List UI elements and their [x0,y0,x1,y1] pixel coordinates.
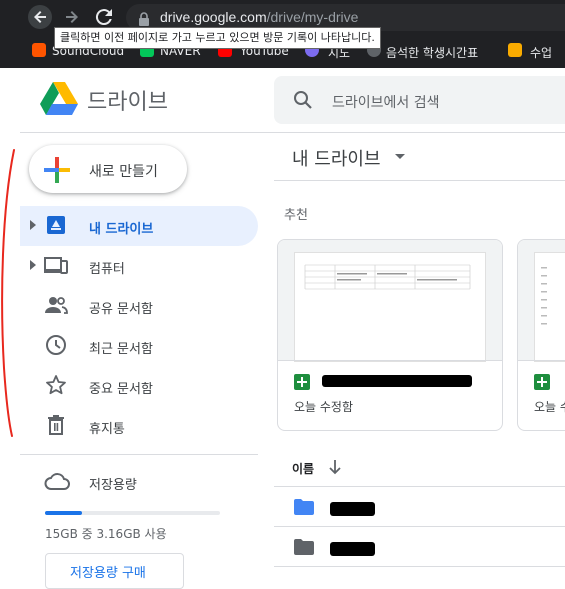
file-preview [278,240,502,362]
forward-icon[interactable] [60,5,84,29]
folder-icon [294,499,314,515]
classroom-icon [508,43,522,57]
cloud-icon [44,471,70,495]
back-button-tooltip: 클릭하면 이전 페이지로 가고 누르고 있으면 방문 기록이 나타납니다. [54,27,381,49]
chevron-down-icon[interactable] [395,154,405,159]
url-text: drive.google.com/drive/my-drive [160,9,359,25]
buy-storage-label: 저장용량 구매 [70,566,146,581]
redacted-folder-name [330,542,375,556]
trash-icon [44,413,68,437]
back-icon[interactable] [28,5,52,29]
card-divider [518,360,565,361]
header-divider [20,132,565,133]
computer-icon [44,253,68,277]
expand-caret-icon[interactable] [30,260,36,270]
storage-label[interactable]: 저장용량 [89,474,137,493]
expand-caret-icon[interactable] [30,220,36,230]
new-button-label: 새로 만들기 [89,164,158,180]
file-modified-text: 오늘 수 [534,400,565,414]
my-drive-icon [44,213,68,237]
red-annotation-line [1,149,15,437]
folder-icon [294,539,314,555]
sidebar-item-label: 공유 문서함 [89,302,153,317]
file-modified-text: 오늘 수정함 [294,400,354,414]
drive-logo-icon[interactable] [40,82,78,120]
sheet-thumbnail [534,252,565,362]
app-title: 드라이브 [87,90,168,115]
sidebar-item-label: 최근 문서함 [89,342,153,357]
row-divider [274,526,565,527]
star-icon [44,373,68,397]
people-icon [44,293,68,317]
plus-icon [44,157,70,187]
sheet-thumbnail [294,252,486,362]
sheets-icon [534,374,550,390]
page-title[interactable]: 내 드라이브 [292,145,381,171]
sidebar-item-label: 휴지통 [89,422,125,437]
file-preview [518,240,565,362]
soundcloud-icon [32,43,46,57]
reload-icon[interactable] [92,5,116,29]
clock-icon [44,333,68,357]
sidebar-item-label: 컴퓨터 [89,262,125,277]
sidebar-item-label: 내 드라이브 [89,222,154,237]
storage-usage-fill [45,511,82,515]
sidebar-item-label: 중요 문서함 [89,382,153,397]
storage-usage-text: 15GB 중 3.16GB 사용 [45,527,167,541]
redacted-folder-name [330,502,375,516]
search-input[interactable]: 드라이브에서 검색 [332,92,440,112]
card-divider [278,360,502,361]
arrow-down-icon[interactable] [328,459,342,479]
row-divider [274,566,565,567]
row-divider [274,486,565,487]
suggested-section-label: 추천 [284,208,308,223]
storage-usage-bar [45,511,220,515]
name-column-header[interactable]: 이름 [292,460,314,477]
sheets-icon [294,374,310,390]
bookmark-class[interactable]: 수업 [530,44,552,61]
search-icon[interactable] [293,90,313,114]
bookmark-timetable[interactable]: 음석한 학생시간표 [386,44,478,61]
main-divider [274,180,565,181]
redacted-file-name [322,375,472,387]
sidebar-divider [20,454,258,455]
